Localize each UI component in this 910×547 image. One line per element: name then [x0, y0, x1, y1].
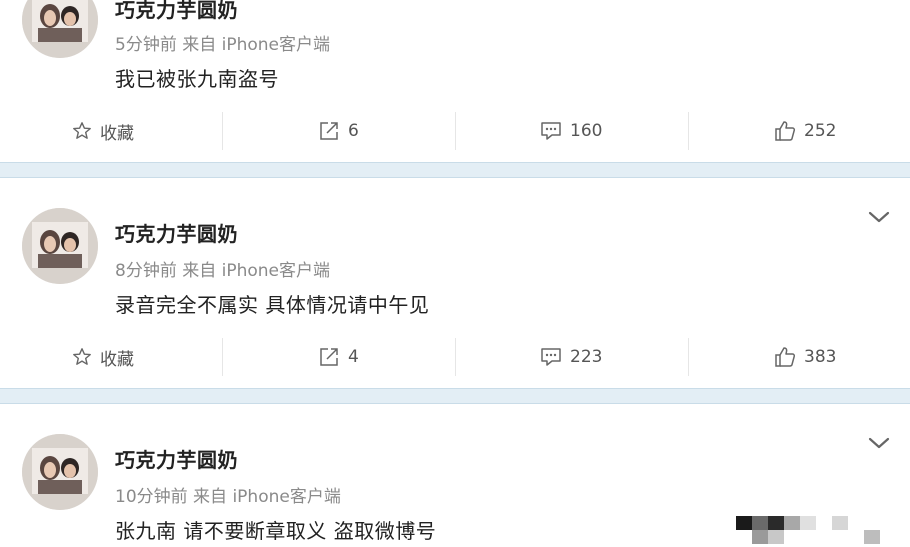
comment-button[interactable]: 223	[540, 338, 602, 376]
repost-button[interactable]: 4	[318, 338, 359, 376]
divider	[222, 112, 223, 150]
divider	[688, 112, 689, 150]
chevron-down-icon[interactable]	[866, 434, 892, 452]
chevron-down-icon[interactable]	[866, 208, 892, 226]
repost-icon	[320, 122, 338, 140]
pixelated-watermark	[736, 512, 886, 547]
favorite-label: 收藏	[100, 123, 134, 144]
favorite-button[interactable]: 收藏	[72, 112, 134, 150]
star-icon	[73, 348, 91, 365]
comment-button[interactable]: 160	[540, 112, 602, 150]
repost-button[interactable]: 6	[318, 112, 359, 150]
like-count: 383	[804, 347, 837, 367]
repost-count: 6	[348, 121, 359, 141]
weibo-post-1: 巧克力芋圆奶 5分钟前 来自 iPhone客户端 我已被张九南盗号 收藏 6 1…	[0, 0, 910, 162]
comment-icon	[541, 122, 561, 140]
comment-count: 223	[570, 347, 603, 367]
post-content: 张九南 请不要断章取义 盗取微博号	[115, 519, 437, 543]
username[interactable]: 巧克力芋圆奶	[115, 444, 238, 473]
post-content: 我已被张九南盗号	[115, 67, 279, 91]
post-meta: 5分钟前 来自 iPhone客户端	[115, 35, 331, 55]
avatar[interactable]	[22, 0, 98, 58]
username[interactable]: 巧克力芋圆奶	[115, 0, 238, 23]
post-meta: 10分钟前 来自 iPhone客户端	[115, 487, 341, 507]
thumbs-up-icon	[775, 347, 796, 367]
avatar[interactable]	[22, 434, 98, 510]
divider	[455, 112, 456, 150]
post-separator	[0, 388, 910, 404]
comment-count: 160	[570, 121, 603, 141]
star-icon	[73, 122, 91, 139]
avatar-image	[22, 0, 98, 58]
divider	[688, 338, 689, 376]
post-separator	[0, 162, 910, 178]
username[interactable]: 巧克力芋圆奶	[115, 218, 238, 247]
like-count: 252	[804, 121, 837, 141]
post-meta: 8分钟前 来自 iPhone客户端	[115, 261, 331, 281]
avatar[interactable]	[22, 208, 98, 284]
like-button[interactable]: 383	[774, 338, 836, 376]
weibo-post-2: 巧克力芋圆奶 8分钟前 来自 iPhone客户端 录音完全不属实 具体情况请中午…	[0, 178, 910, 388]
favorite-button[interactable]: 收藏	[72, 338, 134, 376]
post-content: 录音完全不属实 具体情况请中午见	[115, 293, 430, 317]
divider	[455, 338, 456, 376]
favorite-label: 收藏	[100, 349, 134, 370]
avatar-image	[22, 434, 98, 510]
comment-icon	[541, 348, 561, 366]
weibo-post-3: 巧克力芋圆奶 10分钟前 来自 iPhone客户端 张九南 请不要断章取义 盗取…	[0, 404, 910, 547]
avatar-image	[22, 208, 98, 284]
action-bar: 收藏 6 160 252	[0, 112, 910, 150]
repost-count: 4	[348, 347, 359, 367]
action-bar: 收藏 4 223 383	[0, 338, 910, 376]
repost-icon	[320, 348, 338, 366]
like-button[interactable]: 252	[774, 112, 836, 150]
thumbs-up-icon	[775, 121, 796, 141]
divider	[222, 338, 223, 376]
